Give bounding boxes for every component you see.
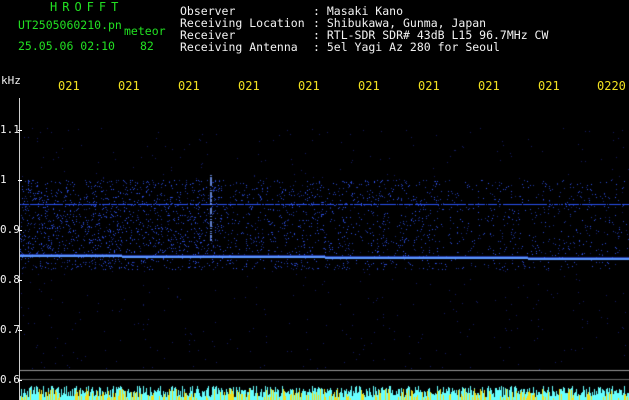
x-tick-label: 021 — [298, 79, 320, 93]
x-tick-label: 021 — [178, 79, 200, 93]
y-tick-label: 1 — [0, 173, 7, 186]
y-tick-mark — [18, 380, 22, 381]
spectrogram-plot — [20, 98, 629, 400]
x-tick-label: 0220 — [597, 79, 626, 93]
file-name: UT2505060210.pn — [18, 18, 122, 32]
antenna-value: : 5el Yagi Az 280 for Seoul — [313, 40, 500, 54]
y-tick-mark — [18, 230, 22, 231]
y-tick-label: 1.1 — [0, 123, 20, 136]
x-tick-label: 021 — [418, 79, 440, 93]
y-tick-mark — [18, 130, 22, 131]
y-axis-unit: kHz — [1, 74, 21, 87]
meteor-count: 82 — [140, 39, 154, 53]
brand-title: HROFFT — [50, 0, 124, 14]
x-tick-label: 021 — [118, 79, 140, 93]
y-tick-label: 0.9 — [0, 223, 20, 236]
x-tick-label: 021 — [478, 79, 500, 93]
x-tick-label: 021 — [58, 79, 80, 93]
file-suffix: meteor — [124, 24, 166, 38]
date-time: 25.05.06 02:10 — [18, 39, 115, 53]
y-tick-label: 0.6 — [0, 373, 20, 386]
y-tick-mark — [18, 180, 22, 181]
x-tick-label: 021 — [358, 79, 380, 93]
x-tick-label: 021 — [238, 79, 260, 93]
y-tick-mark — [18, 280, 22, 281]
x-tick-label: 021 — [538, 79, 560, 93]
y-tick-mark — [18, 330, 22, 331]
antenna-label: Receiving Antenna — [180, 40, 298, 54]
y-tick-label: 0.7 — [0, 323, 20, 336]
y-tick-label: 0.8 — [0, 273, 20, 286]
